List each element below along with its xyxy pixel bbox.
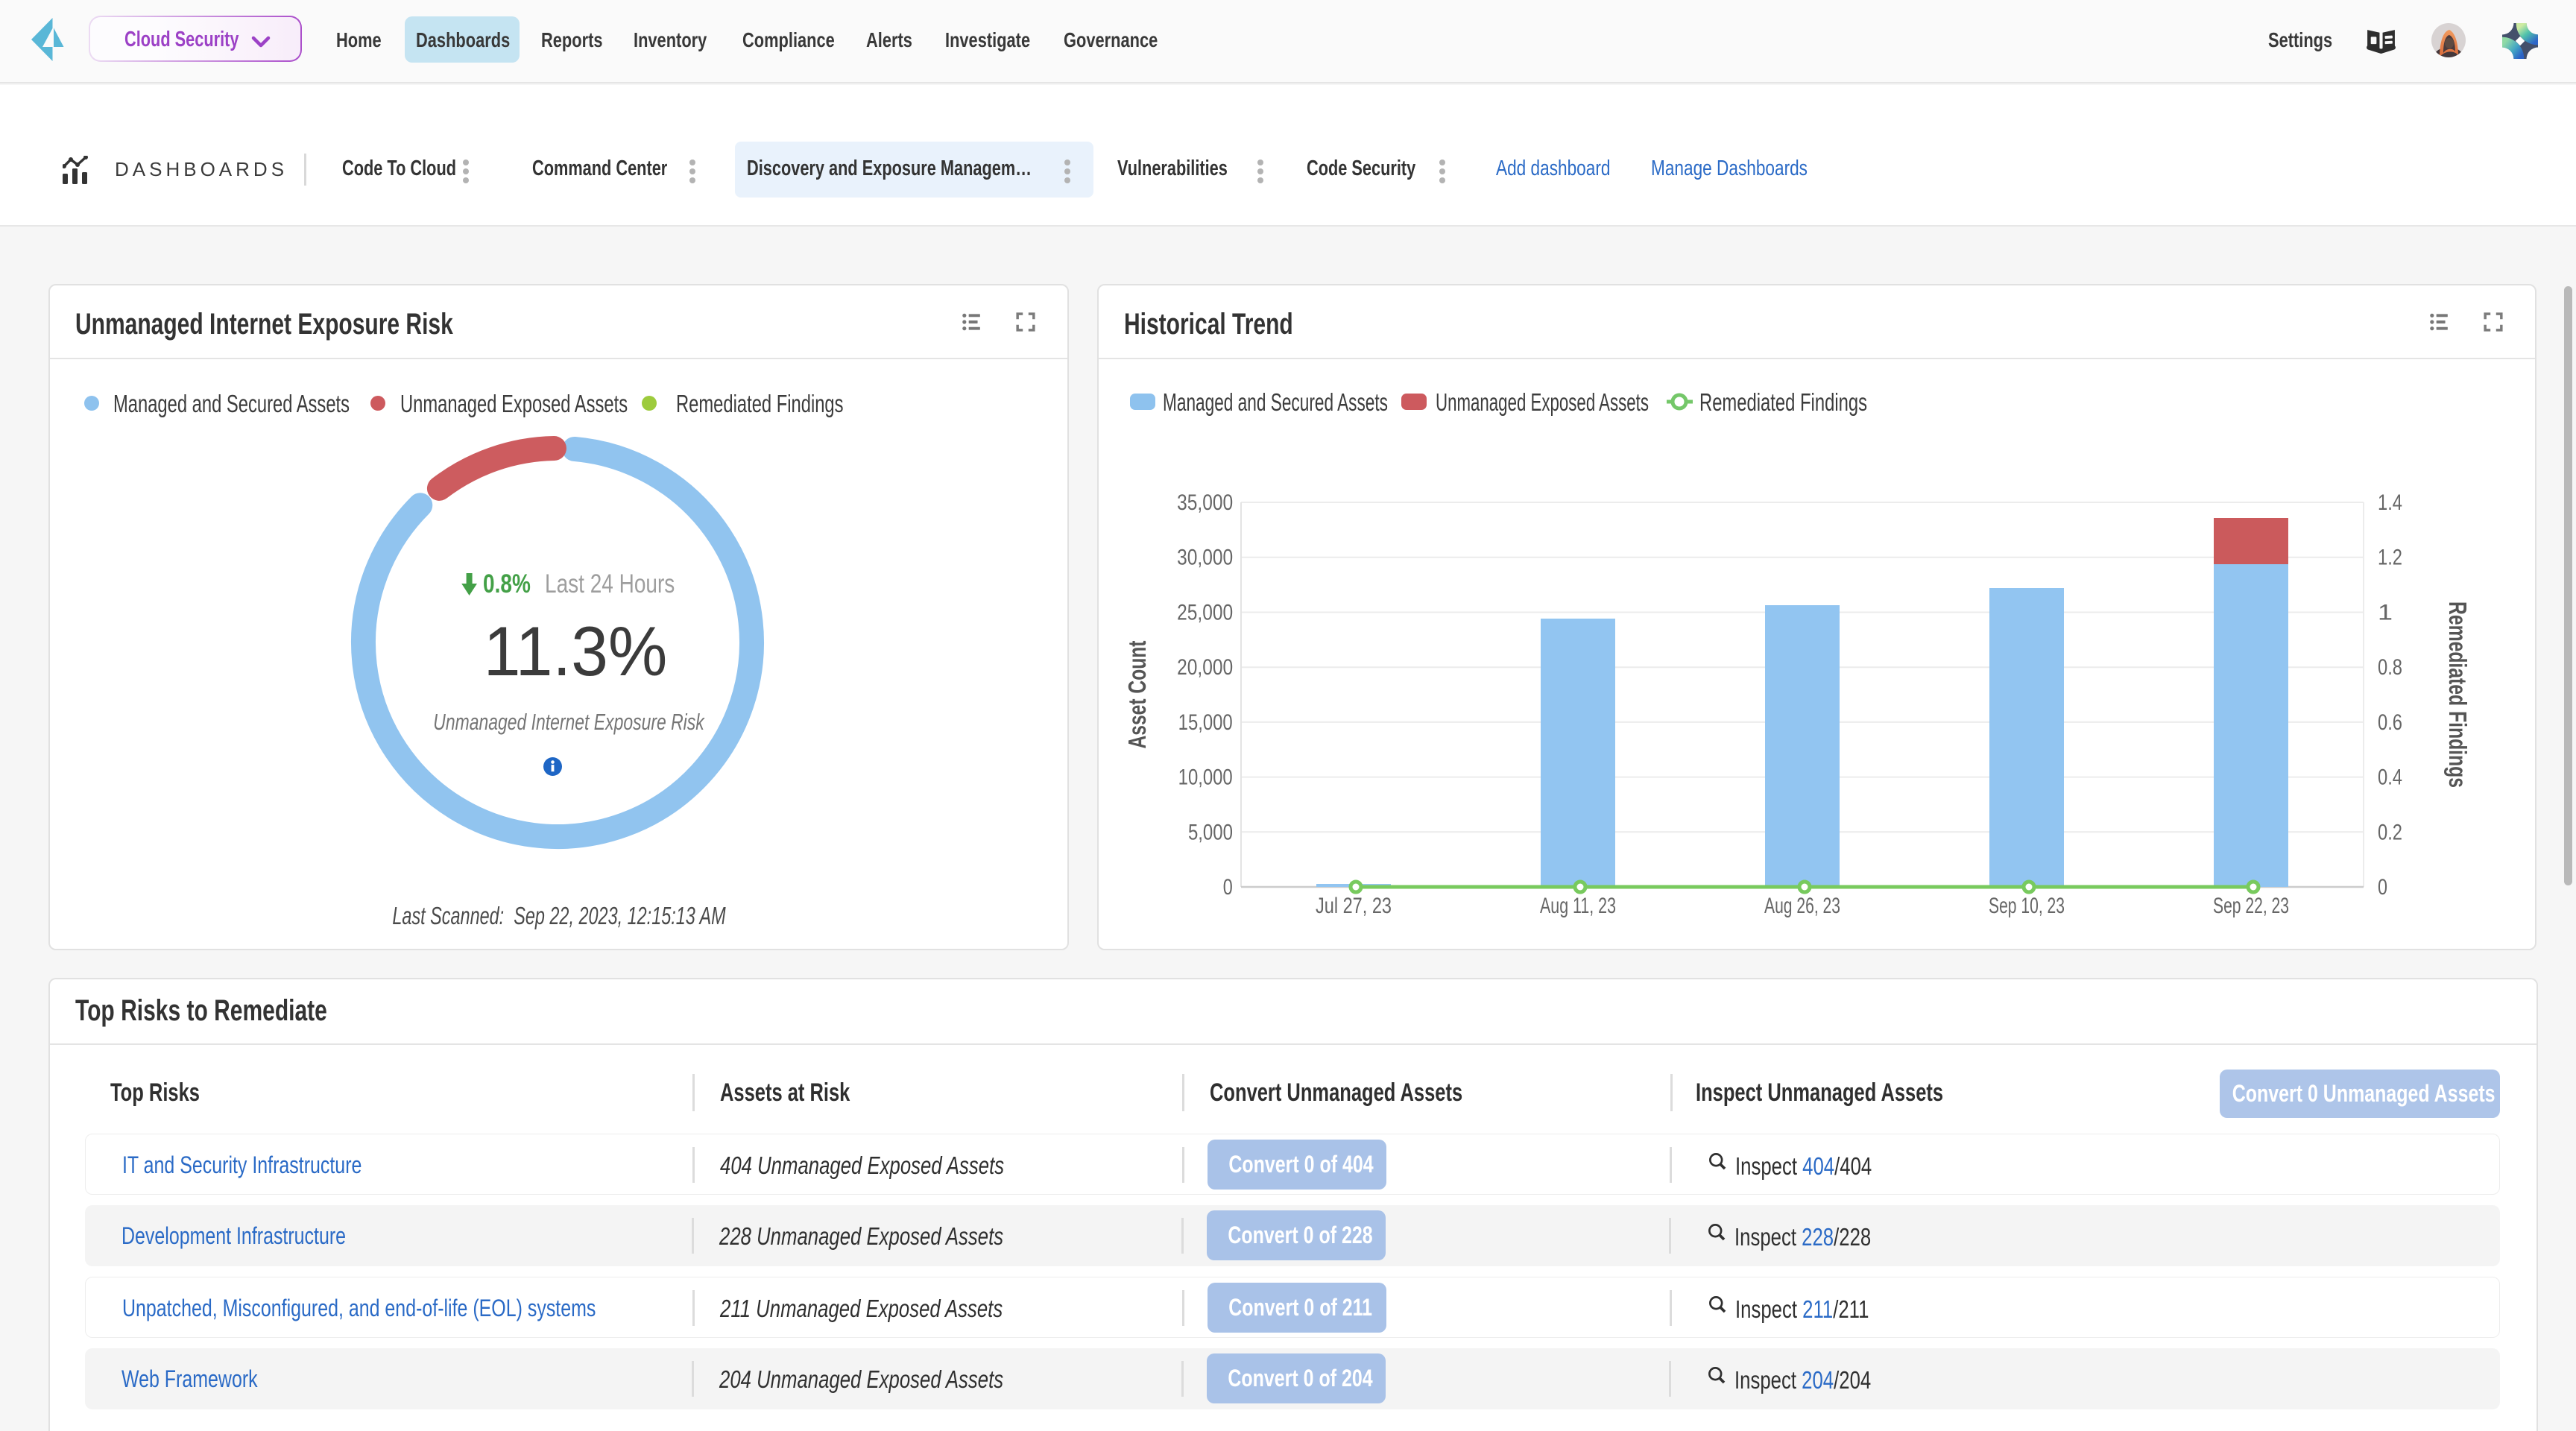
svg-text:Unmanaged Exposed Assets: Unmanaged Exposed Assets: [1436, 388, 1649, 416]
svg-text:0: 0: [2378, 875, 2387, 900]
svg-text:Sep 10, 23: Sep 10, 23: [1989, 894, 2065, 918]
svg-text:35,000: 35,000: [1177, 490, 1233, 515]
svg-text:Remediated Findings: Remediated Findings: [1699, 388, 1867, 416]
svg-text:20,000: 20,000: [1177, 655, 1233, 680]
svg-text:Aug 26, 23: Aug 26, 23: [1764, 894, 1840, 918]
svg-text:Managed and Secured Assets: Managed and Secured Assets: [1163, 388, 1388, 416]
svg-text:Remediated Findings: Remediated Findings: [2444, 601, 2472, 788]
svg-text:10,000: 10,000: [1178, 765, 1233, 790]
svg-text:Asset Count: Asset Count: [1123, 640, 1151, 748]
svg-text:0.8: 0.8: [2378, 655, 2402, 680]
svg-text:Jul 27, 23: Jul 27, 23: [1316, 894, 1392, 918]
svg-text:1: 1: [2378, 601, 2393, 625]
svg-text:Sep 22, 23: Sep 22, 23: [2213, 894, 2289, 918]
svg-text:5,000: 5,000: [1188, 820, 1233, 844]
svg-text:1.4: 1.4: [2378, 490, 2402, 515]
svg-text:30,000: 30,000: [1177, 546, 1233, 570]
svg-text:15,000: 15,000: [1178, 710, 1233, 735]
svg-text:0.2: 0.2: [2378, 820, 2402, 844]
svg-text:0.6: 0.6: [2378, 710, 2402, 735]
svg-text:0: 0: [1223, 875, 1233, 900]
svg-text:Aug 11, 23: Aug 11, 23: [1540, 894, 1616, 918]
svg-text:1.2: 1.2: [2378, 546, 2402, 570]
svg-text:0.4: 0.4: [2378, 765, 2402, 790]
svg-text:25,000: 25,000: [1177, 601, 1233, 625]
